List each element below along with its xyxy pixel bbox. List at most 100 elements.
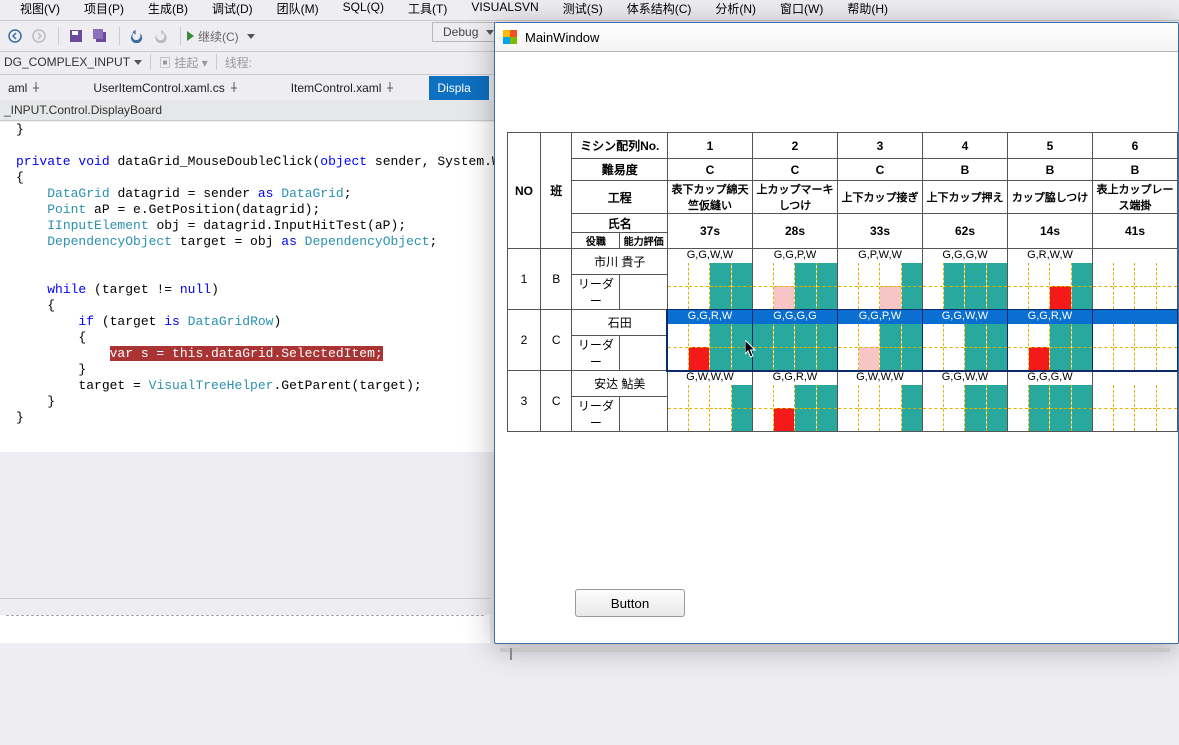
grid-cell[interactable]: G,G,P,W <box>752 249 837 310</box>
tab-aml[interactable]: aml <box>0 76 45 100</box>
menu-team[interactable]: 团队(M) <box>277 0 319 18</box>
code-type: DataGridRow <box>180 314 274 329</box>
hdr-col-no: 5 <box>1007 133 1092 159</box>
action-button[interactable]: Button <box>575 589 685 617</box>
hdr-diff: B <box>1007 159 1092 181</box>
grid-cell[interactable]: G,G,W,W <box>922 371 1007 432</box>
row-no: 3 <box>508 371 541 432</box>
save-icon[interactable] <box>65 25 87 47</box>
hdr-proc: カップ脇しつけ <box>1007 181 1092 214</box>
col-han: 班 <box>540 133 572 249</box>
menu-test[interactable]: 测试(S) <box>563 0 603 18</box>
col-no: NO <box>508 133 541 249</box>
pin-icon[interactable] <box>229 81 239 91</box>
app-icon <box>503 30 517 44</box>
pin-icon[interactable] <box>385 81 395 91</box>
code-text: (target != <box>86 282 180 297</box>
window-shadow <box>510 648 512 660</box>
tab-display[interactable]: Displa <box>429 76 488 100</box>
menu-svn[interactable]: VISUALSVN <box>471 0 538 18</box>
code-text: .GetParent(target); <box>273 378 421 393</box>
nav-back-icon[interactable] <box>4 25 26 47</box>
grid-cell[interactable] <box>1092 310 1177 371</box>
cell-label: G,G,W,W <box>668 249 752 263</box>
menu-sql[interactable]: SQL(Q) <box>343 0 384 18</box>
breadcrumb[interactable]: _INPUT.Control.DisplayBoard <box>0 100 494 121</box>
row-role: リーダー <box>572 397 668 432</box>
thread-label: 线程: <box>225 54 252 71</box>
code-kw: object <box>320 154 367 169</box>
suspend-button[interactable]: ▣ 挂起 ▾ <box>159 54 208 71</box>
code-kw: as <box>258 186 274 201</box>
grid-cell[interactable]: G,G,P,W <box>837 310 922 371</box>
pin-icon[interactable] <box>31 81 41 91</box>
row-name: 石田 <box>572 310 668 336</box>
hdr-proc: 上下カップ押え <box>922 181 1007 214</box>
menu-window[interactable]: 窗口(W) <box>780 0 823 18</box>
menu-arch[interactable]: 体系结构(C) <box>627 0 692 18</box>
menu-tools[interactable]: 工具(T) <box>408 0 447 18</box>
code-editor[interactable]: } private void dataGrid_MouseDoubleClick… <box>0 122 506 452</box>
output-panel[interactable] <box>0 615 490 643</box>
code-type: DependencyObject <box>297 234 430 249</box>
grid-cell[interactable]: G,P,W,W <box>837 249 922 310</box>
code-kw: private <box>16 154 71 169</box>
grid-cell[interactable]: G,G,R,W <box>752 371 837 432</box>
menu-project[interactable]: 项目(P) <box>84 0 124 18</box>
hdr-time: 14s <box>1007 214 1092 249</box>
splitter[interactable] <box>0 598 490 609</box>
chevron-down-icon <box>247 34 255 39</box>
hdr-col-no: 1 <box>667 133 752 159</box>
grid-cell[interactable]: G,R,W,W <box>1007 249 1092 310</box>
grid-cell[interactable]: G,G,G,G <box>752 310 837 371</box>
continue-label: 继续(C) <box>198 28 239 45</box>
grid-cell[interactable]: G,G,G,W <box>922 249 1007 310</box>
data-grid[interactable]: NO 班 ミシン配列No. 1 2 3 4 5 6 難易度 C C C B B … <box>507 132 1178 432</box>
code-type: IInputElement <box>47 218 148 233</box>
undo-icon[interactable] <box>126 25 148 47</box>
grid-cell[interactable]: G,W,W,W <box>837 371 922 432</box>
hdr-kotei: 工程 <box>572 181 668 214</box>
nav-fwd-icon[interactable] <box>28 25 50 47</box>
code-text: sender, System.Windo <box>367 154 506 169</box>
menu-analyze[interactable]: 分析(N) <box>715 0 756 18</box>
grid-cell[interactable]: G,G,W,W <box>922 310 1007 371</box>
process-dropdown[interactable]: DG_COMPLEX_INPUT <box>4 55 130 69</box>
hdr-yakushoku: 役職 <box>572 233 620 248</box>
grid-cell[interactable] <box>1092 371 1177 432</box>
code-text: obj = datagrid.InputHitTest(aP); <box>149 218 406 233</box>
grid-cell[interactable]: G,W,W,W <box>667 371 752 432</box>
window-title: MainWindow <box>525 30 599 45</box>
grid-cell[interactable]: G,G,R,W <box>1007 310 1092 371</box>
grid-cell[interactable]: G,G,G,W <box>1007 371 1092 432</box>
title-bar[interactable]: MainWindow <box>495 23 1178 52</box>
hdr-diff: C <box>837 159 922 181</box>
grid-cell[interactable]: G,G,W,W <box>667 249 752 310</box>
grid-cell[interactable]: G,G,R,W <box>667 310 752 371</box>
row-name: 市川 貴子 <box>572 249 668 275</box>
main-window: MainWindow NO 班 ミシン配列No. 1 2 3 4 5 6 難易度… <box>494 22 1179 644</box>
grid-cell[interactable] <box>1092 249 1177 310</box>
tab-useritem[interactable]: UserItemControl.xaml.cs <box>85 76 242 100</box>
code-kw: if <box>78 314 94 329</box>
vs-menu-bar[interactable]: 视图(V) 项目(P) 生成(B) 调试(D) 团队(M) SQL(Q) 工具(… <box>20 0 888 18</box>
code-kw: as <box>281 234 297 249</box>
code-line: { <box>16 170 24 185</box>
hdr-diff: C <box>752 159 837 181</box>
tab-itemcontrol[interactable]: ItemControl.xaml <box>283 76 400 100</box>
redo-icon[interactable] <box>150 25 172 47</box>
menu-build[interactable]: 生成(B) <box>148 0 188 18</box>
chevron-down-icon <box>134 60 142 65</box>
cell-label: G,G,R,W <box>668 310 752 324</box>
hdr-col-no: 3 <box>837 133 922 159</box>
menu-view[interactable]: 视图(V) <box>20 0 60 18</box>
play-icon <box>187 31 194 41</box>
continue-button[interactable]: 继续(C) <box>187 28 255 45</box>
row-han: C <box>540 310 572 371</box>
save-all-icon[interactable] <box>89 25 111 47</box>
chevron-down-icon <box>486 30 494 35</box>
menu-help[interactable]: 帮助(H) <box>847 0 888 18</box>
hdr-col-no: 2 <box>752 133 837 159</box>
menu-debug[interactable]: 调试(D) <box>212 0 253 18</box>
cell-label: G,G,R,W <box>753 371 837 385</box>
